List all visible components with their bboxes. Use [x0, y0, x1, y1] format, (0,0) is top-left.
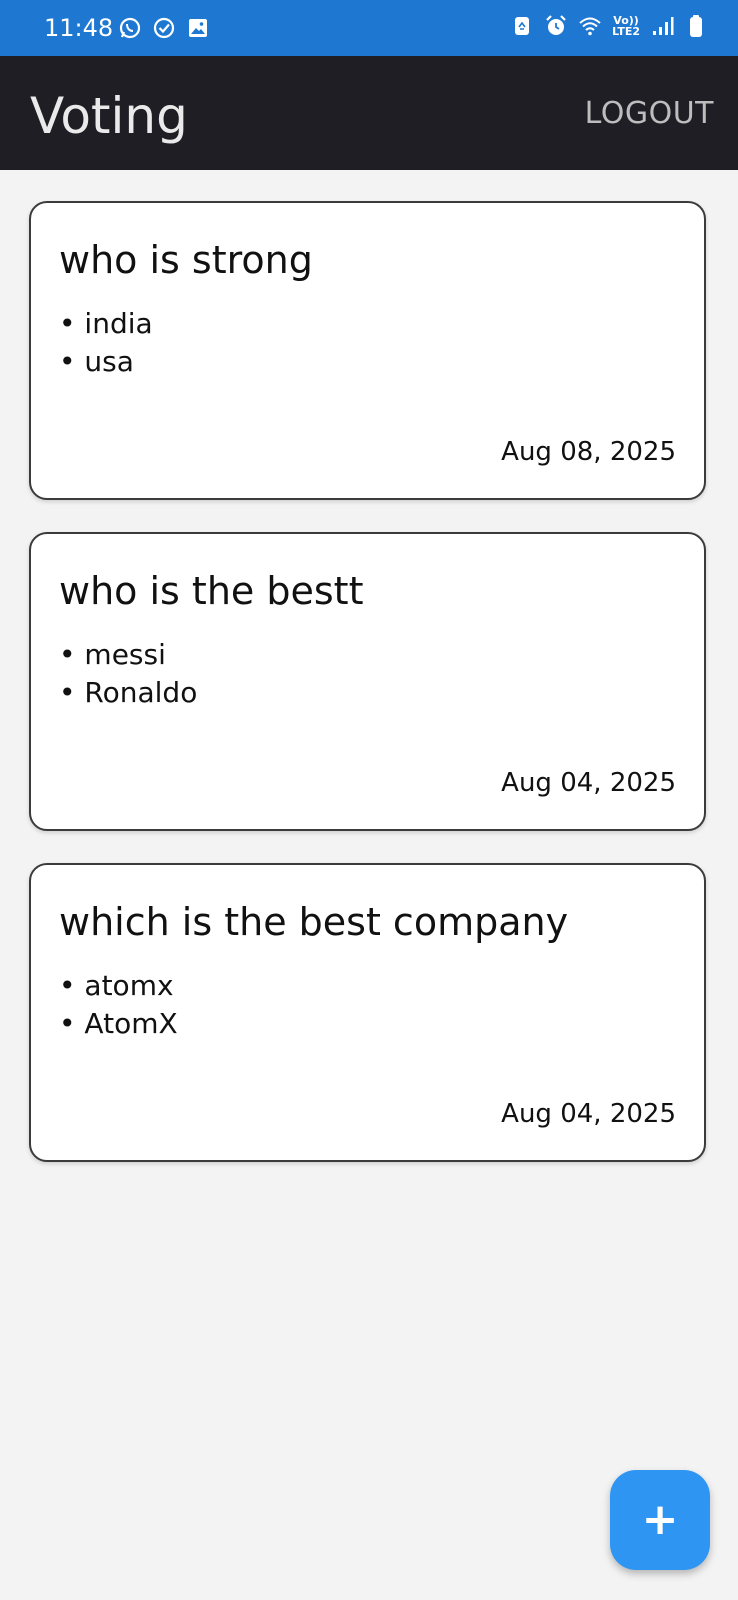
poll-title: who is the bestt	[59, 569, 364, 613]
poll-card[interactable]: which is the best company atomx AtomX Au…	[29, 863, 706, 1162]
app-bar: Voting LOGOUT	[0, 56, 738, 170]
recycle-icon	[515, 17, 530, 35]
poll-option: Ronaldo	[59, 674, 197, 712]
signal-icon	[653, 17, 674, 35]
poll-options: india usa	[59, 305, 153, 381]
poll-card[interactable]: who is the bestt messi Ronaldo Aug 04, 2…	[29, 532, 706, 831]
logout-button[interactable]: LOGOUT	[585, 96, 714, 132]
poll-title: who is strong	[59, 238, 313, 282]
poll-options: atomx AtomX	[59, 967, 178, 1043]
poll-option: messi	[59, 636, 197, 674]
poll-option: usa	[59, 343, 153, 381]
check-circle-icon	[153, 17, 175, 39]
poll-date: Aug 04, 2025	[501, 768, 676, 798]
plus-icon: +	[641, 1494, 679, 1545]
lte-icon: Vo)) LTE2	[612, 15, 640, 37]
poll-option: AtomX	[59, 1005, 177, 1043]
battery-icon	[690, 15, 702, 37]
status-time: 11:48	[44, 14, 114, 42]
poll-date: Aug 08, 2025	[501, 437, 676, 467]
poll-date: Aug 04, 2025	[501, 1099, 676, 1129]
image-icon	[189, 19, 207, 37]
status-bar: 11:48 Vo)) LTE2	[0, 0, 738, 56]
poll-option: india	[59, 305, 152, 343]
whatsapp-icon	[119, 17, 141, 39]
add-poll-button[interactable]: +	[610, 1470, 710, 1570]
status-right-icons: Vo)) LTE2	[510, 14, 708, 38]
poll-options: messi Ronaldo	[59, 636, 197, 712]
alarm-icon	[546, 15, 566, 35]
app-title: Voting	[30, 87, 188, 145]
wifi-icon	[579, 17, 601, 36]
poll-title: which is the best company	[59, 900, 569, 944]
network-label-bottom: LTE2	[612, 25, 640, 38]
poll-card[interactable]: who is strong india usa Aug 08, 2025	[29, 201, 706, 500]
status-left-icons	[118, 16, 210, 40]
poll-option: atomx	[59, 967, 178, 1005]
